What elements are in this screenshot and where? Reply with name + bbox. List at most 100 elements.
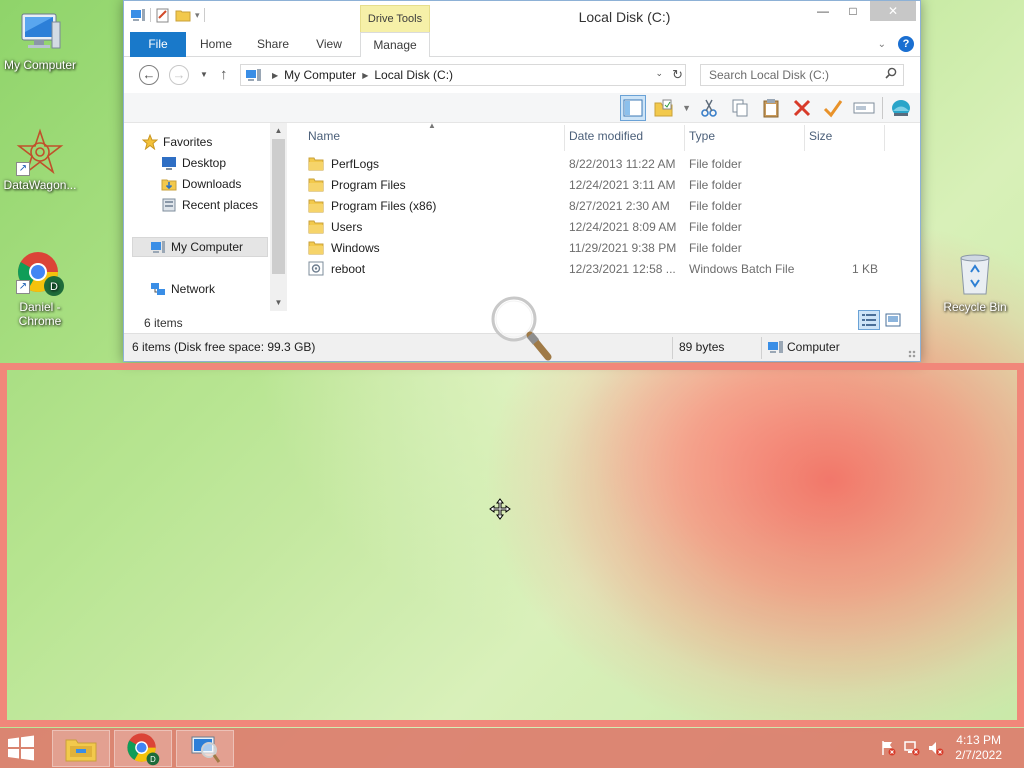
scroll-up-icon[interactable]: ▲ (270, 123, 287, 139)
column-header-date[interactable]: Date modified (569, 129, 643, 143)
my-computer-icon (16, 8, 64, 56)
tab-home[interactable]: Home (190, 32, 242, 57)
nav-downloads[interactable]: Downloads (161, 174, 241, 194)
network-globe-icon (892, 100, 910, 116)
action-center-flag-icon[interactable] (880, 740, 896, 756)
tab-manage[interactable]: Manage (360, 32, 430, 58)
nav-my-computer[interactable]: My Computer (132, 237, 268, 257)
back-button[interactable]: ← (139, 65, 159, 85)
rename-button[interactable] (851, 95, 877, 121)
network-tray-icon[interactable] (904, 740, 920, 756)
help-icon[interactable]: ? (898, 36, 914, 52)
file-name: Users (331, 220, 363, 234)
maximize-button[interactable]: □ (838, 1, 868, 21)
file-date-modified: 8/22/2013 11:22 AM (569, 157, 676, 171)
checkmark-icon (823, 100, 843, 118)
computer-icon (246, 69, 261, 81)
desktop-icon-my-computer[interactable]: My Computer (0, 8, 80, 72)
status-items-free-space: 6 items (Disk free space: 99.3 GB) (132, 340, 316, 354)
column-separator[interactable] (884, 125, 885, 151)
taskbar: D 4:13 PM 2/7/2022 (0, 728, 1024, 768)
file-row[interactable]: Program Files 12/24/2021 3:11 AM File fold… (304, 174, 904, 195)
breadcrumb-my-computer[interactable]: My Computer (284, 68, 356, 82)
paste-button[interactable] (758, 95, 784, 121)
checkmark-button[interactable] (820, 95, 846, 121)
computer-icon[interactable] (130, 7, 146, 23)
breadcrumb-separator-icon[interactable]: ▶ (362, 71, 368, 80)
column-separator[interactable] (564, 125, 565, 151)
datawagon-icon: ↗ (16, 128, 64, 176)
file-type: File folder (689, 178, 742, 192)
properties-icon[interactable] (155, 7, 171, 23)
navigation-pane[interactable]: Favorites Desktop Downloads Recent place… (124, 123, 288, 333)
column-header-name[interactable]: Name (308, 129, 340, 143)
close-button[interactable]: ✕ (870, 1, 916, 21)
status-separator (672, 337, 673, 359)
taskbar-magnifier[interactable] (176, 730, 234, 767)
minimize-button[interactable]: — (808, 1, 838, 21)
breadcrumb-separator-icon[interactable]: ▶ (272, 71, 278, 80)
cut-button[interactable] (696, 95, 722, 121)
title-bar[interactable]: ▾ Drive Tools Local Disk (C:) — □ ✕ (124, 1, 920, 32)
file-row[interactable]: Windows 11/29/2021 9:38 PM File folder (304, 237, 904, 258)
breadcrumb-local-disk[interactable]: Local Disk (C:) (374, 68, 453, 82)
column-separator[interactable] (804, 125, 805, 151)
nav-scrollbar[interactable]: ▲ ▼ (270, 123, 287, 311)
file-type: Windows Batch File (689, 262, 795, 276)
details-view-button[interactable] (858, 310, 880, 330)
nav-desktop[interactable]: Desktop (161, 153, 226, 173)
delete-button[interactable] (789, 95, 815, 121)
desktop-icon-daniel-chrome[interactable]: D ↗ Daniel - Chrome (0, 250, 80, 328)
column-separator[interactable] (684, 125, 685, 151)
search-input[interactable]: Search Local Disk (C:) (700, 64, 904, 86)
taskbar-file-explorer[interactable] (52, 730, 110, 767)
customize-qat-icon[interactable]: ▾ (195, 10, 200, 21)
file-row[interactable]: Program Files (x86) 8/27/2021 2:30 AM File… (304, 195, 904, 216)
file-row[interactable]: PerfLogs 8/22/2013 11:22 AM File folder (304, 153, 904, 174)
file-list[interactable]: Name ▲ Date modified Type Size PerfLogs 8… (294, 121, 920, 333)
tab-view[interactable]: View (304, 32, 354, 57)
resize-grip[interactable] (908, 350, 916, 358)
refresh-icon[interactable]: ↻ (672, 67, 683, 83)
nav-my-computer-label: My Computer (171, 240, 244, 254)
scroll-thumb[interactable] (272, 139, 285, 274)
dropdown-arrow-icon[interactable]: ▼ (682, 103, 691, 113)
delete-icon (793, 99, 811, 117)
taskbar-chrome[interactable]: D (114, 730, 172, 767)
recent-locations-dropdown-icon[interactable]: ▼ (200, 70, 208, 79)
file-row[interactable]: Users 12/24/2021 8:09 AM File folder (304, 216, 904, 237)
magnifier-icon[interactable] (490, 295, 556, 365)
tab-file[interactable]: File (130, 32, 186, 57)
nav-network[interactable]: Network (150, 279, 215, 299)
forward-button[interactable]: → (169, 65, 189, 85)
preview-pane-button[interactable] (620, 95, 647, 121)
nav-favorites[interactable]: Favorites (142, 132, 212, 152)
new-folder-button[interactable] (651, 95, 677, 121)
nav-recent-places[interactable]: Recent places (161, 195, 258, 215)
large-icons-view-button[interactable] (882, 310, 904, 330)
file-row[interactable]: reboot 12/23/2021 12:58 ... Windows Batch … (304, 258, 904, 279)
clock[interactable]: 4:13 PM 2/7/2022 (955, 733, 1002, 763)
up-button[interactable]: ↑ (220, 66, 228, 83)
selection-region-frame[interactable] (0, 363, 1024, 727)
separator (203, 8, 205, 22)
search-placeholder: Search Local Disk (C:) (709, 68, 830, 82)
nav-recent-places-label: Recent places (182, 198, 259, 212)
address-bar[interactable]: ▶ My Computer ▶ Local Disk (C:) ⌄ ↻ (240, 64, 686, 86)
search-icon[interactable] (885, 67, 897, 79)
desktop-icon-datawagon[interactable]: ↗ DataWagon... (0, 128, 80, 192)
details-view-icon (862, 314, 876, 326)
expand-ribbon-icon[interactable]: ⌄ (878, 39, 886, 50)
column-header-type[interactable]: Type (689, 129, 715, 143)
start-button[interactable] (6, 735, 38, 761)
scroll-down-icon[interactable]: ▼ (270, 295, 287, 311)
volume-muted-icon[interactable] (928, 740, 944, 756)
desktop-icon-recycle-bin[interactable]: Recycle Bin (935, 250, 1015, 314)
tab-share[interactable]: Share (248, 32, 298, 57)
new-folder-icon[interactable] (175, 7, 191, 23)
network-globe-button[interactable] (888, 95, 914, 121)
address-dropdown-icon[interactable]: ⌄ (655, 68, 663, 79)
copy-button[interactable] (727, 95, 753, 121)
copy-icon (732, 99, 748, 117)
column-header-size[interactable]: Size (809, 129, 832, 143)
